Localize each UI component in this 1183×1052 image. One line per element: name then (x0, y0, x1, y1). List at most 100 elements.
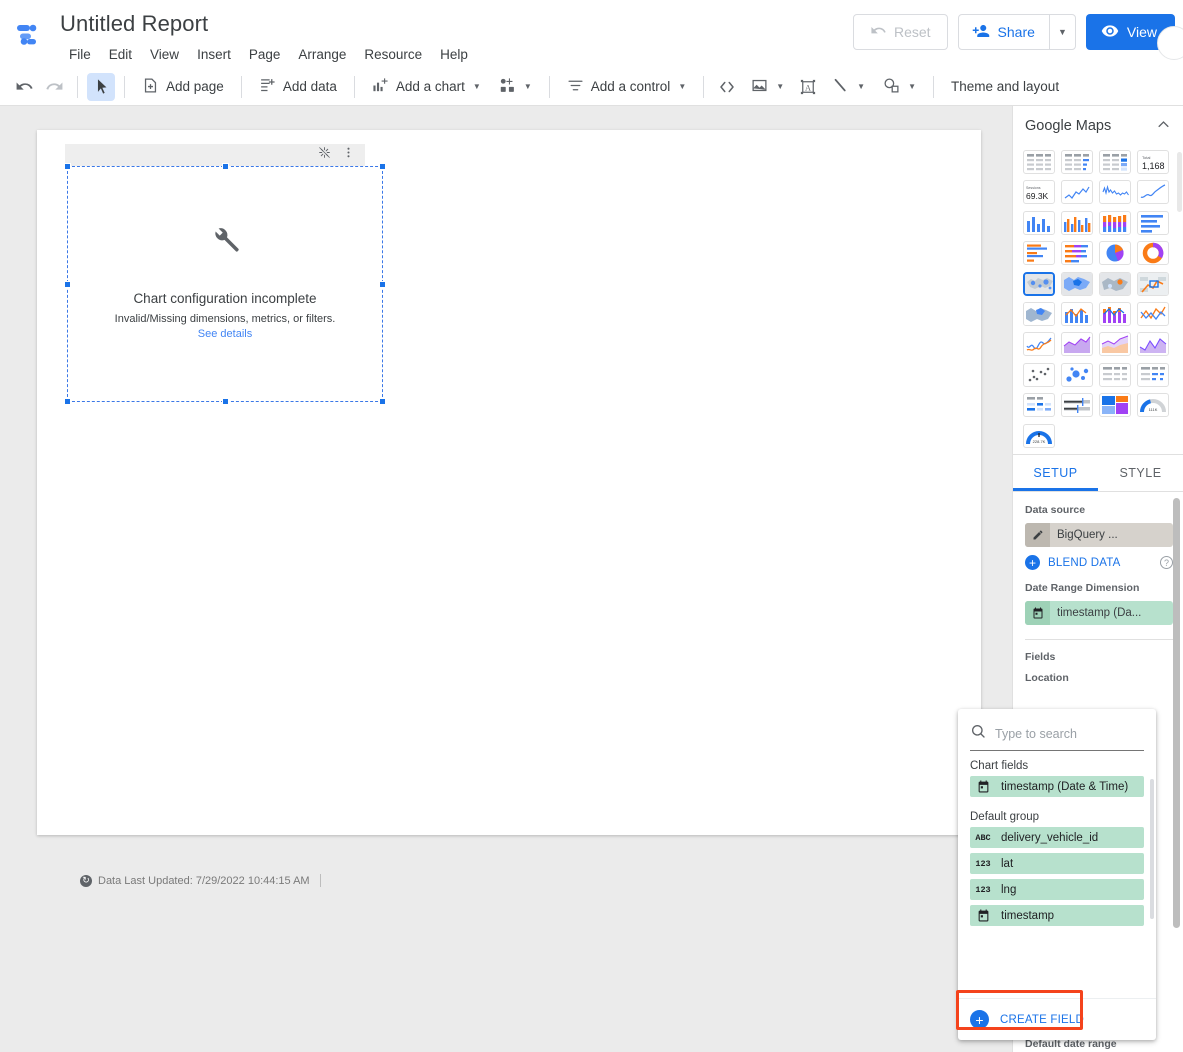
chart-thumb-stacked-column-chart[interactable] (1099, 210, 1131, 235)
chart-thumb-pivot-table-bars[interactable] (1137, 362, 1169, 387)
field-item-timestamp-date-time[interactable]: timestamp (Date & Time) (970, 776, 1144, 797)
avatar[interactable] (1157, 26, 1183, 60)
field-search-input[interactable] (995, 726, 1135, 741)
chart-thumb-scorecard-compact[interactable]: Sessions 69.3K (1023, 180, 1055, 205)
chart-thumb-grouped-bar-chart[interactable] (1023, 241, 1055, 266)
cursor-arrow-icon[interactable] (87, 72, 115, 101)
redo-icon[interactable] (40, 73, 68, 101)
chart-thumb-column-chart[interactable] (1023, 210, 1055, 235)
chart-thumb-table-with-bars[interactable] (1061, 150, 1093, 174)
chart-thumb-bubble-chart[interactable] (1061, 362, 1093, 387)
add-control-button[interactable]: Add a control ▼ (559, 73, 694, 101)
reset-button[interactable]: Reset (852, 14, 948, 50)
field-item-lng[interactable]: 123 lng (970, 879, 1144, 900)
refresh-data-icon[interactable]: ↻ (80, 874, 92, 887)
chart-thumb-stacked-combo-chart[interactable] (1099, 301, 1131, 326)
add-page-button[interactable]: Add page (134, 73, 232, 101)
chart-thumb-pivot-table[interactable] (1099, 362, 1131, 387)
chevron-up-icon[interactable] (1156, 117, 1171, 135)
chart-thumb-sparkline[interactable] (1099, 180, 1131, 205)
text-box-icon[interactable]: A (794, 73, 822, 101)
chart-thumb-scorecard[interactable]: Total 1,168 (1137, 150, 1169, 174)
menu-insert[interactable]: Insert (188, 43, 240, 66)
blend-data-button[interactable]: + BLEND DATA ? (1025, 555, 1173, 570)
tab-setup[interactable]: SETUP (1013, 455, 1098, 491)
resize-handle-ne[interactable] (379, 163, 386, 170)
chart-placeholder[interactable]: Chart configuration incomplete Invalid/M… (64, 163, 386, 405)
chart-thumb-google-maps-lines[interactable] (1137, 271, 1169, 296)
see-details-link[interactable]: See details (68, 328, 382, 340)
resize-handle-nw[interactable] (64, 163, 71, 170)
date-range-dimension-chip[interactable]: timestamp (Da... (1025, 601, 1173, 625)
resize-handle-n[interactable] (222, 163, 229, 170)
chart-thumb-table[interactable] (1023, 150, 1055, 174)
menu-arrange[interactable]: Arrange (289, 43, 355, 66)
chart-thumb-donut-chart[interactable] (1137, 241, 1169, 266)
field-picker-dropdown[interactable]: Chart fields timestamp (Date & Time) Def… (958, 709, 1156, 1040)
chart-thumb-area-chart[interactable] (1061, 332, 1093, 357)
add-chart-button[interactable]: Add a chart ▼ (364, 73, 489, 101)
chevron-down-icon: ▼ (857, 82, 866, 91)
theme-and-layout-button[interactable]: Theme and layout (943, 73, 1067, 101)
field-item-lat[interactable]: 123 lat (970, 853, 1144, 874)
chart-thumb-table-with-heatmap[interactable] (1099, 150, 1131, 174)
field-item-timestamp[interactable]: timestamp (970, 905, 1144, 926)
chart-thumb-pie-chart[interactable] (1099, 241, 1131, 266)
menu-edit[interactable]: Edit (100, 43, 141, 66)
help-icon[interactable]: ? (1160, 556, 1173, 569)
chart-thumb-combo-chart[interactable] (1061, 301, 1093, 326)
chart-thumb-treemap[interactable] (1099, 393, 1131, 418)
chart-thumb-time-series[interactable] (1061, 180, 1093, 205)
tab-style[interactable]: STYLE (1098, 455, 1183, 491)
report-page[interactable]: Chart configuration incomplete Invalid/M… (37, 130, 981, 887)
report-title[interactable]: Untitled Report (56, 8, 477, 40)
share-button[interactable]: Share (959, 15, 1049, 49)
resize-handle-s[interactable] (222, 398, 229, 405)
menu-bar: File Edit View Insert Page Arrange Resou… (60, 43, 477, 66)
chart-thumb-smoothed-time-series[interactable] (1137, 180, 1169, 205)
resize-handle-sw[interactable] (64, 398, 71, 405)
embed-code-icon[interactable] (713, 73, 741, 101)
date-range-dimension-label: Date Range Dimension (1025, 582, 1140, 594)
panel-header: Google Maps (1013, 106, 1183, 146)
image-button[interactable]: ▼ (743, 73, 792, 101)
chart-thumb-smoothed-line-chart[interactable] (1023, 332, 1055, 357)
more-vert-icon[interactable] (342, 146, 355, 164)
chart-thumb-mixed-area-chart[interactable] (1137, 332, 1169, 357)
chart-thumb-line-chart[interactable] (1137, 301, 1169, 326)
chart-thumb-grouped-column-chart[interactable] (1061, 210, 1093, 235)
dropdown-scrollbar[interactable] (1150, 779, 1154, 919)
add-data-button[interactable]: Add data (251, 73, 345, 101)
chart-thumb-geo-chart[interactable] (1023, 301, 1055, 326)
chart-thumb-google-maps-bubble[interactable] (1023, 271, 1055, 296)
chart-type-gallery[interactable]: Total 1,168 Sessions 69.3K 111K 228.7K (1013, 146, 1183, 454)
line-button[interactable]: ▼ (824, 73, 873, 101)
chart-thumb-gauge-large[interactable]: 228.7K (1023, 423, 1055, 448)
panel-scrollbar[interactable] (1173, 498, 1180, 928)
wand-off-icon[interactable] (318, 146, 331, 164)
chart-thumb-stacked-area-chart[interactable] (1099, 332, 1131, 357)
gallery-scrollbar[interactable] (1177, 152, 1182, 212)
menu-file[interactable]: File (60, 43, 100, 66)
field-item-delivery-vehicle-id[interactable]: ABC delivery_vehicle_id (970, 827, 1144, 848)
share-dropdown-chevron-down-icon[interactable]: ▼ (1048, 15, 1075, 49)
data-source-chip[interactable]: BigQuery ... (1025, 523, 1173, 547)
resize-handle-se[interactable] (379, 398, 386, 405)
menu-page[interactable]: Page (240, 43, 290, 66)
menu-view[interactable]: View (141, 43, 188, 66)
chart-thumb-pivot-table-heatmap[interactable] (1023, 393, 1055, 418)
chart-thumb-stacked-bar-chart[interactable] (1061, 241, 1093, 266)
report-canvas[interactable]: Chart configuration incomplete Invalid/M… (0, 106, 1012, 1052)
chart-thumb-google-maps-heatmap[interactable] (1099, 271, 1131, 296)
menu-resource[interactable]: Resource (355, 43, 431, 66)
undo-icon[interactable] (10, 73, 38, 101)
community-visualization-button[interactable]: ▼ (491, 73, 540, 101)
chart-thumb-gauge-small[interactable]: 111K (1137, 393, 1169, 418)
create-field-button[interactable]: + CREATE FIELD (958, 998, 1156, 1040)
chart-thumb-scatter-chart[interactable] (1023, 362, 1055, 387)
chart-thumb-bar-chart[interactable] (1137, 210, 1169, 235)
shape-button[interactable]: ▼ (875, 73, 924, 101)
menu-help[interactable]: Help (431, 43, 477, 66)
chart-thumb-bullet-chart[interactable] (1061, 393, 1093, 418)
chart-thumb-google-maps-filled[interactable] (1061, 271, 1093, 296)
